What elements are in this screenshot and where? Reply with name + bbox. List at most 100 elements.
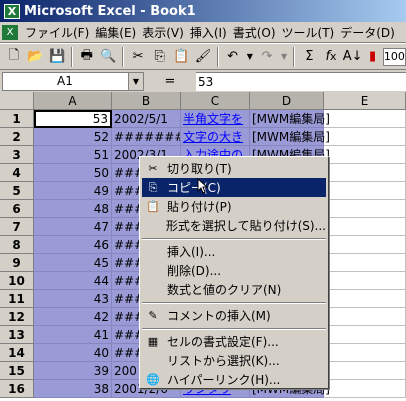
- menu-tools[interactable]: ツール(T): [279, 24, 338, 41]
- redo-icon[interactable]: ↷: [257, 46, 277, 68]
- context-menu-item[interactable]: 数式と値のクリア(N): [142, 280, 326, 299]
- copy-icon[interactable]: ⎘: [150, 46, 170, 68]
- cell-a[interactable]: 50: [34, 164, 112, 182]
- print-preview-icon[interactable]: 🔍: [99, 46, 119, 68]
- row-header[interactable]: 5: [0, 182, 34, 200]
- column-header-a[interactable]: A: [34, 92, 112, 110]
- workbook-icon[interactable]: X: [2, 24, 18, 40]
- row-header[interactable]: 8: [0, 236, 34, 254]
- row-header[interactable]: 7: [0, 218, 34, 236]
- context-menu-item[interactable]: リストから選択(K)...: [142, 351, 326, 370]
- cell-d[interactable]: [MWM編集局]: [250, 128, 330, 146]
- chart-wizard-icon[interactable]: ▮: [365, 46, 381, 68]
- cell-e[interactable]: [324, 164, 406, 182]
- open-icon[interactable]: 📂: [26, 46, 46, 68]
- context-menu-item[interactable]: 🌐 ハイパーリンク(H)...: [142, 370, 326, 389]
- column-header-e[interactable]: E: [324, 92, 406, 110]
- paste-icon[interactable]: 📋: [171, 46, 191, 68]
- context-menu-item[interactable]: 削除(D)...: [142, 261, 326, 280]
- cell-e[interactable]: [324, 110, 406, 128]
- cell-e[interactable]: [324, 290, 406, 308]
- print-icon[interactable]: 🖶: [77, 46, 97, 68]
- cell-a[interactable]: 42: [34, 308, 112, 326]
- autosum-icon[interactable]: Σ: [299, 46, 319, 68]
- cell-e[interactable]: [324, 362, 406, 380]
- name-box-dropdown-icon[interactable]: ▼: [129, 71, 144, 91]
- row-header[interactable]: 11: [0, 290, 34, 308]
- cell-a[interactable]: 49: [34, 182, 112, 200]
- undo-icon[interactable]: ↶: [223, 46, 243, 68]
- menu-insert[interactable]: 挿入(I): [187, 24, 230, 41]
- cell-e[interactable]: [324, 218, 406, 236]
- menu-edit[interactable]: 編集(E): [92, 24, 139, 41]
- context-menu-item[interactable]: ✎ コメントの挿入(M): [142, 306, 326, 325]
- cell-e[interactable]: [324, 308, 406, 326]
- cell-e[interactable]: [324, 128, 406, 146]
- context-menu-item[interactable]: 📋 貼り付け(P): [142, 197, 326, 216]
- row-header[interactable]: 16: [0, 380, 34, 398]
- select-all-corner[interactable]: [0, 92, 34, 110]
- excel-app-icon[interactable]: X: [4, 3, 20, 19]
- row-header[interactable]: 14: [0, 344, 34, 362]
- new-icon[interactable]: 🗋: [4, 46, 24, 68]
- cell-b[interactable]: ########: [112, 128, 181, 146]
- cell-c[interactable]: 半角文字を: [181, 110, 250, 128]
- cell-a[interactable]: 44: [34, 272, 112, 290]
- row-header[interactable]: 3: [0, 146, 34, 164]
- cell-a[interactable]: 43: [34, 290, 112, 308]
- cell-e[interactable]: [324, 146, 406, 164]
- context-menu-item[interactable]: 形式を選択して貼り付け(S)...: [142, 216, 326, 235]
- zoom-value[interactable]: 100: [382, 47, 406, 66]
- redo-dropdown-icon[interactable]: ▼: [279, 46, 290, 68]
- sort-ascending-icon[interactable]: A↓: [343, 46, 363, 68]
- context-menu-item[interactable]: ▦ セルの書式設定(F)...: [142, 332, 326, 351]
- cell-e[interactable]: [324, 236, 406, 254]
- column-header-d[interactable]: D: [250, 92, 324, 110]
- cell-a[interactable]: 48: [34, 200, 112, 218]
- cell-e[interactable]: [324, 254, 406, 272]
- cell-a[interactable]: 45: [34, 254, 112, 272]
- cell-a[interactable]: 52: [34, 128, 112, 146]
- row-header[interactable]: 1: [0, 110, 34, 128]
- row-header[interactable]: 15: [0, 362, 34, 380]
- row-header[interactable]: 9: [0, 254, 34, 272]
- row-header[interactable]: 10: [0, 272, 34, 290]
- cell-a[interactable]: 51: [34, 146, 112, 164]
- row-header[interactable]: 2: [0, 128, 34, 146]
- cell-a[interactable]: 38: [34, 380, 112, 398]
- cell-a[interactable]: 47: [34, 218, 112, 236]
- menu-view[interactable]: 表示(V): [139, 24, 187, 41]
- formula-input[interactable]: 53: [196, 71, 406, 91]
- cell-a[interactable]: 41: [34, 326, 112, 344]
- cell-d[interactable]: [MWM編集局]: [250, 110, 330, 128]
- row-header[interactable]: 6: [0, 200, 34, 218]
- cell-e[interactable]: [324, 182, 406, 200]
- context-menu-item[interactable]: ✂ 切り取り(T): [142, 159, 326, 178]
- cell-a[interactable]: 53: [34, 110, 112, 128]
- cell-b[interactable]: 2002/5/1: [112, 110, 181, 128]
- cell-e[interactable]: [324, 272, 406, 290]
- row-header[interactable]: 4: [0, 164, 34, 182]
- row-header[interactable]: 12: [0, 308, 34, 326]
- menu-format[interactable]: 書式(O): [230, 24, 279, 41]
- cell-e[interactable]: [324, 326, 406, 344]
- context-menu-item[interactable]: ⎘ コピー(C): [142, 178, 326, 197]
- cut-icon[interactable]: ✂: [128, 46, 148, 68]
- column-header-c[interactable]: C: [181, 92, 250, 110]
- cell-e[interactable]: [324, 344, 406, 362]
- save-icon[interactable]: 💾: [47, 46, 67, 68]
- menu-data[interactable]: データ(D): [337, 24, 398, 41]
- menu-file[interactable]: ファイル(F): [22, 24, 92, 41]
- row-header[interactable]: 13: [0, 326, 34, 344]
- format-painter-icon[interactable]: 🖌: [193, 46, 213, 68]
- cell-a[interactable]: 46: [34, 236, 112, 254]
- cell-a[interactable]: 39: [34, 362, 112, 380]
- cell-a[interactable]: 40: [34, 344, 112, 362]
- function-icon[interactable]: fx: [321, 46, 341, 68]
- undo-dropdown-icon[interactable]: ▼: [244, 46, 255, 68]
- context-menu-item[interactable]: 挿入(I)...: [142, 242, 326, 261]
- formula-equals[interactable]: =: [144, 74, 196, 89]
- cell-c[interactable]: 文字の大き: [181, 128, 250, 146]
- column-header-b[interactable]: B: [112, 92, 181, 110]
- cell-e[interactable]: [324, 380, 406, 398]
